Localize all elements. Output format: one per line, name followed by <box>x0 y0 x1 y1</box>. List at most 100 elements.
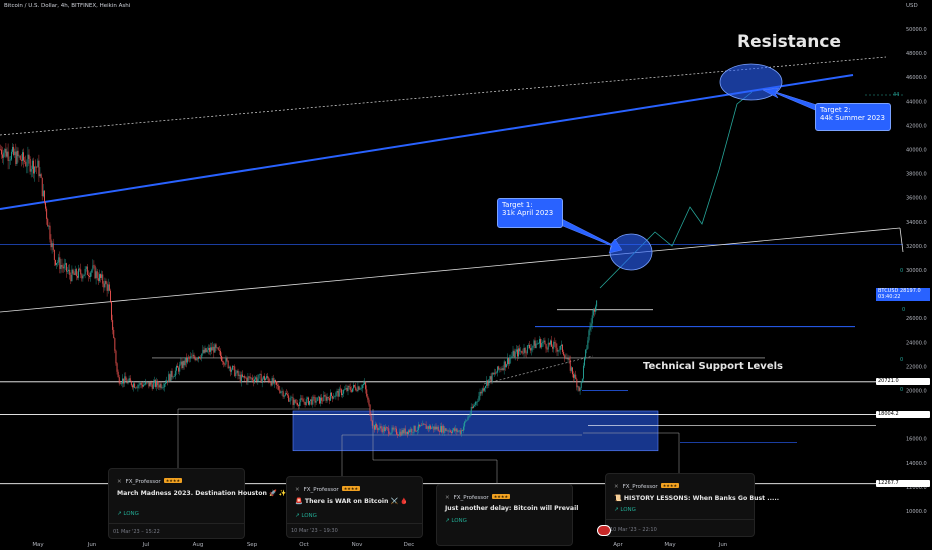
candle-body <box>463 426 464 431</box>
y-tick-label: 48000.0 <box>906 51 927 57</box>
candle-body <box>400 431 402 436</box>
candle-body <box>50 239 52 248</box>
candle-body <box>243 376 244 377</box>
tradingview-logo-icon <box>597 525 611 536</box>
candle-body <box>468 416 470 418</box>
candle-body <box>323 395 325 402</box>
candle-body <box>363 383 364 385</box>
candle-body <box>540 339 541 348</box>
candle-body <box>176 365 177 371</box>
candle-body <box>324 395 326 397</box>
candle-body <box>447 430 449 432</box>
candle-body <box>111 301 112 321</box>
candle-body <box>144 384 145 386</box>
y-tick-label: 24000.0 <box>906 340 927 346</box>
candle-body <box>115 350 117 364</box>
candle-body <box>215 344 217 348</box>
candle-body <box>221 355 222 361</box>
close-icon[interactable]: ✕ <box>445 495 450 501</box>
candle-body <box>264 376 265 381</box>
candle-body <box>279 389 281 393</box>
candle-body <box>67 271 68 272</box>
candle-body <box>116 363 118 372</box>
candle-body <box>40 174 42 178</box>
x-tick-label: Nov <box>352 542 363 548</box>
idea-card-3[interactable]: ✕ FX_Professor ★★★★ Just another delay: Bi… <box>436 484 578 546</box>
candle-body <box>299 402 301 407</box>
candle-body <box>508 358 510 365</box>
candle-body <box>407 431 408 435</box>
candle-body <box>155 380 156 387</box>
candle-body <box>572 367 573 375</box>
candle-body <box>300 398 302 403</box>
close-icon[interactable]: ✕ <box>614 484 619 490</box>
close-icon[interactable]: ✕ <box>117 479 122 485</box>
candle-body <box>91 270 93 273</box>
candle-body <box>357 386 359 392</box>
candle-body <box>78 268 79 278</box>
candle-body <box>457 431 459 432</box>
idea-card-2[interactable]: ✕ FX_Professor ★★★★ 🚨 There is WAR on Bitc… <box>286 476 423 538</box>
candle-body <box>1 149 2 155</box>
close-icon[interactable]: ✕ <box>295 487 300 493</box>
candle-body <box>233 366 235 367</box>
candle-body <box>489 376 491 380</box>
candle-body <box>551 340 552 347</box>
candle-body <box>504 361 506 368</box>
candle-body <box>281 391 283 392</box>
candle-body <box>433 426 435 430</box>
candle-body <box>237 370 239 376</box>
candle-body <box>322 400 324 402</box>
candle-body <box>249 376 251 379</box>
candle-body <box>446 430 448 432</box>
candle-body <box>291 397 293 399</box>
candle-body <box>225 358 227 365</box>
candle-body <box>477 401 479 402</box>
candle-body <box>23 152 24 161</box>
candle-body <box>99 274 100 281</box>
candle-body <box>166 380 167 384</box>
candle-body <box>269 381 271 383</box>
candle-body <box>167 380 169 382</box>
candle-body <box>589 326 591 331</box>
candle-body <box>110 290 111 302</box>
y-tick-label: 32000.0 <box>906 244 927 250</box>
candle-body <box>380 426 382 429</box>
resistance-trendline <box>0 74 854 210</box>
candle-body <box>526 345 528 354</box>
candle-body <box>569 360 571 371</box>
candle-body <box>33 160 34 174</box>
candle-body <box>22 152 23 161</box>
candle-body <box>256 377 258 382</box>
candle-body <box>529 344 530 349</box>
candle-body <box>331 392 332 397</box>
candle-body <box>79 268 81 270</box>
candle-body <box>101 274 103 278</box>
x-tick-label: Apr <box>613 542 623 548</box>
candle-body <box>94 265 96 279</box>
idea-card-4[interactable]: ✕ FX_Professor ★★★★ 📜 HISTORY LESSONS: Whe… <box>605 473 779 537</box>
candle-body <box>484 387 485 391</box>
candle-body <box>520 350 522 352</box>
target1-circle <box>609 233 653 271</box>
candle-body <box>596 300 598 307</box>
candle-body <box>292 397 294 405</box>
candle-body <box>544 340 546 345</box>
candle-body <box>309 401 310 405</box>
candle-body <box>522 352 524 354</box>
candle-body <box>566 358 568 360</box>
candle-body <box>377 427 379 431</box>
candle-body <box>174 370 176 377</box>
candle-body <box>465 420 467 422</box>
candle-body <box>100 274 101 278</box>
level-tag-20721: 20721.0 <box>876 378 930 385</box>
y-tick-label: 10000.0 <box>906 509 927 515</box>
candle-body <box>430 425 431 429</box>
candle-body <box>13 146 15 155</box>
candle-body <box>396 428 397 435</box>
candle-body <box>478 396 480 402</box>
premium-badge-icon: ★★★★ <box>341 486 361 491</box>
candle-body <box>117 371 119 378</box>
candle-body <box>414 425 416 432</box>
idea-card-1[interactable]: ✕ FX_Professor ★★★★ March Madness 2023. De… <box>108 468 287 539</box>
